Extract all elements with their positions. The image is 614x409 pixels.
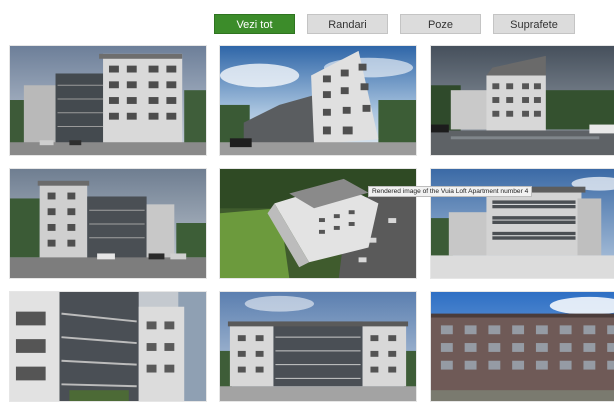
gallery-image-9[interactable] bbox=[430, 291, 614, 402]
gallery-image-7[interactable] bbox=[9, 291, 207, 402]
gallery-image-6[interactable] bbox=[430, 168, 614, 279]
gallery-image-2[interactable] bbox=[219, 45, 417, 156]
image-gallery: Rendered image of the Vuia Loft Apartmen… bbox=[0, 0, 614, 409]
image-tooltip: Rendered image of the Vuia Loft Apartmen… bbox=[368, 186, 533, 197]
gallery-image-3[interactable] bbox=[430, 45, 614, 156]
gallery-image-8[interactable] bbox=[219, 291, 417, 402]
gallery-image-1[interactable] bbox=[9, 45, 207, 156]
gallery-image-4[interactable] bbox=[9, 168, 207, 279]
gallery-image-5[interactable] bbox=[219, 168, 417, 279]
